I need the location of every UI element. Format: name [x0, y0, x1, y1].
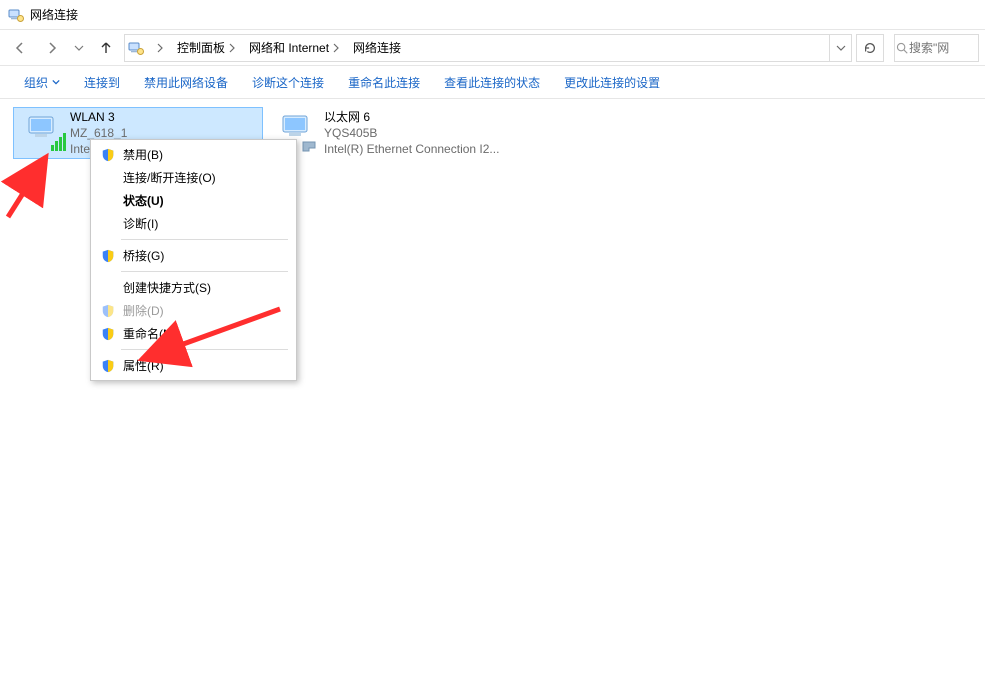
ctx-properties[interactable]: 属性(R): [93, 354, 294, 377]
connection-adapter: Intel(R) Ethernet Connection I2...: [324, 141, 499, 157]
content-area[interactable]: WLAN 3 MZ_618_1 Inte 以太网 6 YQS405B Intel…: [0, 99, 985, 685]
shield-icon: [97, 327, 119, 341]
context-menu: 禁用(B) 连接/断开连接(O) 状态(U) 诊断(I) 桥接(G): [90, 139, 297, 381]
connection-item-ethernet[interactable]: 以太网 6 YQS405B Intel(R) Ethernet Connecti…: [268, 107, 518, 159]
chevron-right-icon: [329, 43, 343, 53]
ctx-diagnose[interactable]: 诊断(I): [93, 212, 294, 235]
cmd-label: 查看此连接的状态: [444, 74, 540, 91]
shield-icon: [97, 304, 119, 318]
chevron-down-icon: [52, 75, 60, 89]
cmd-diagnose[interactable]: 诊断这个连接: [240, 66, 336, 98]
shield-icon: [97, 249, 119, 263]
address-dropdown-button[interactable]: [829, 35, 851, 61]
connection-icon-wifi: [18, 109, 70, 159]
command-bar: 组织 连接到 禁用此网络设备 诊断这个连接 重命名此连接 查看此连接的状态 更改…: [0, 66, 985, 99]
cmd-organize[interactable]: 组织: [12, 66, 72, 98]
shield-icon: [97, 359, 119, 373]
cmd-rename[interactable]: 重命名此连接: [336, 66, 432, 98]
ctx-delete: 删除(D): [93, 299, 294, 322]
ctx-label: 状态(U): [119, 192, 286, 209]
cmd-label: 连接到: [84, 74, 120, 91]
connection-text: 以太网 6 YQS405B Intel(R) Ethernet Connecti…: [324, 108, 499, 158]
nav-forward-button[interactable]: [38, 34, 66, 62]
nav-recent-button[interactable]: [70, 34, 88, 62]
connection-name: WLAN 3: [70, 109, 127, 125]
connection-detail: YQS405B: [324, 125, 499, 141]
window: 网络连接: [0, 0, 985, 685]
navbar: 控制面板 网络和 Internet 网络连接: [0, 30, 985, 66]
breadcrumb-label: 网络连接: [353, 39, 401, 56]
cmd-label: 组织: [24, 74, 48, 91]
breadcrumb-label: 控制面板: [177, 39, 225, 56]
cmd-label: 禁用此网络设备: [144, 74, 228, 91]
ctx-label: 创建快捷方式(S): [119, 279, 286, 296]
cmd-label: 诊断这个连接: [252, 74, 324, 91]
shield-icon: [97, 148, 119, 162]
breadcrumb-item-0[interactable]: 控制面板: [171, 35, 243, 61]
breadcrumb: 控制面板 网络和 Internet 网络连接: [147, 35, 829, 61]
breadcrumb-item-2[interactable]: 网络连接: [347, 35, 405, 61]
cmd-disable-device[interactable]: 禁用此网络设备: [132, 66, 240, 98]
ctx-label: 诊断(I): [119, 215, 286, 232]
ctx-label: 连接/断开连接(O): [119, 169, 286, 186]
cmd-view-status[interactable]: 查看此连接的状态: [432, 66, 552, 98]
breadcrumb-label: 网络和 Internet: [249, 39, 329, 56]
connection-name: 以太网 6: [324, 109, 499, 125]
ctx-separator: [121, 271, 288, 272]
app-icon: [8, 7, 24, 23]
search-input[interactable]: [909, 41, 979, 55]
ctx-separator: [121, 349, 288, 350]
ctx-label: 重命名(M): [119, 325, 286, 342]
ctx-bridge[interactable]: 桥接(G): [93, 244, 294, 267]
address-bar[interactable]: 控制面板 网络和 Internet 网络连接: [124, 34, 852, 62]
ctx-separator: [121, 239, 288, 240]
search-box[interactable]: [894, 34, 979, 62]
cmd-change-settings[interactable]: 更改此连接的设置: [552, 66, 672, 98]
ctx-rename[interactable]: 重命名(M): [93, 322, 294, 345]
cmd-label: 重命名此连接: [348, 74, 420, 91]
ctx-status[interactable]: 状态(U): [93, 189, 294, 212]
ctx-create-shortcut[interactable]: 创建快捷方式(S): [93, 276, 294, 299]
chevron-right-icon: [153, 43, 167, 53]
nav-back-button[interactable]: [6, 34, 34, 62]
titlebar: 网络连接: [0, 0, 985, 30]
breadcrumb-item-1[interactable]: 网络和 Internet: [243, 35, 347, 61]
search-icon: [895, 41, 909, 55]
ctx-label: 禁用(B): [119, 146, 286, 163]
ctx-connect-disconnect[interactable]: 连接/断开连接(O): [93, 166, 294, 189]
refresh-button[interactable]: [856, 34, 884, 62]
cmd-label: 更改此连接的设置: [564, 74, 660, 91]
nav-up-button[interactable]: [92, 34, 120, 62]
chevron-right-icon: [225, 43, 239, 53]
window-title: 网络连接: [30, 6, 78, 23]
ctx-label: 删除(D): [119, 302, 286, 319]
ctx-label: 桥接(G): [119, 247, 286, 264]
address-icon: [125, 40, 147, 56]
cmd-connect-to[interactable]: 连接到: [72, 66, 132, 98]
ctx-label: 属性(R): [119, 357, 286, 374]
breadcrumb-root[interactable]: [147, 35, 171, 61]
ctx-disable[interactable]: 禁用(B): [93, 143, 294, 166]
